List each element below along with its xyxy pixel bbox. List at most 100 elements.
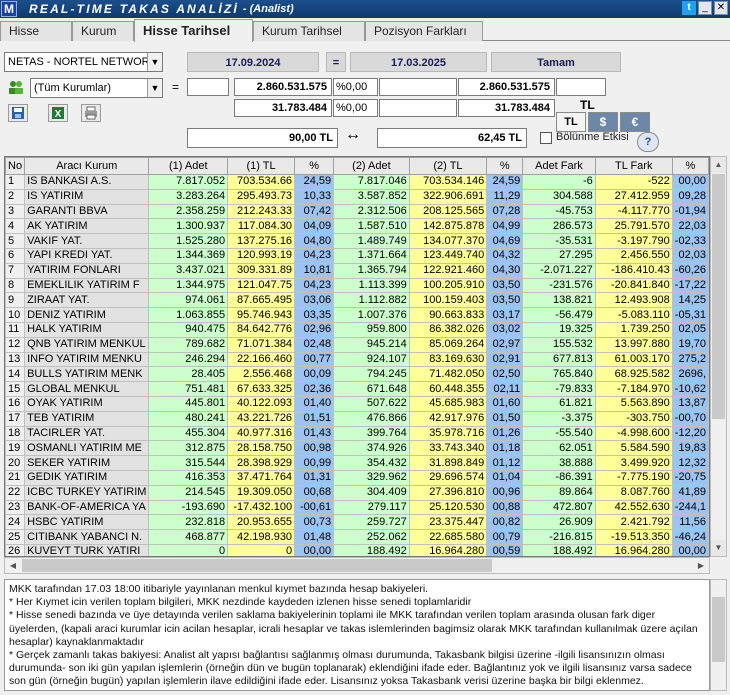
- table-row[interactable]: 1 IS BANKASI A.S. 7.817.052 703.534.66 24,59…: [5, 174, 709, 190]
- institution-group-icon[interactable]: [6, 78, 26, 96]
- table-row[interactable]: 26 KUVEYT TURK YATIRI 0 0 00,00 188.492 16.964…: [5, 543, 709, 556]
- column-header[interactable]: (2) Adet: [333, 157, 410, 175]
- tab-kurum-tarihsel[interactable]: Kurum Tarihsel: [253, 21, 365, 41]
- twitter-icon[interactable]: t: [682, 1, 696, 15]
- scroll-up-icon[interactable]: ▲: [711, 157, 726, 173]
- column-header[interactable]: %: [671, 157, 709, 175]
- table-row[interactable]: 6 YAPI KREDI YAT. 1.344.369 120.993.19 04,23…: [5, 247, 709, 264]
- close-button[interactable]: ✕: [714, 1, 728, 15]
- table-cell: 295.493.73: [227, 188, 296, 205]
- table-row[interactable]: 13 INFO YATIRIM MENKU 246.294 22.166.460 00,…: [5, 351, 709, 368]
- end-date[interactable]: 17.03.2025: [350, 52, 487, 72]
- table-row[interactable]: 22 ICBC TURKEY YATIRIM 214.545 19.309.050 00…: [5, 484, 709, 501]
- excel-icon[interactable]: X: [48, 104, 68, 122]
- grid-vertical-scrollbar[interactable]: ▲ ▼: [710, 156, 727, 557]
- table-cell: 02,36: [294, 381, 335, 397]
- table-row[interactable]: 10 DENIZ YATIRIM 1.063.855 95.746.943 03,35 1…: [5, 307, 709, 323]
- table-cell: 00,00: [671, 543, 709, 556]
- table-row[interactable]: 21 GEDIK YATIRIM 416.353 37.471.764 01,31 329…: [5, 469, 709, 486]
- notes-scroll-thumb[interactable]: [712, 597, 725, 662]
- table-row[interactable]: 3 GARANTI BBVA 2.358.259 212.243.33 07,42 2.3…: [5, 203, 709, 220]
- stock-select[interactable]: NETAS - NORTEL NETWORKS ▼: [4, 52, 163, 72]
- chevron-down-icon[interactable]: ▼: [147, 53, 162, 71]
- table-row[interactable]: 20 SEKER YATIRIM 315.544 28.398.929 00,99 354…: [5, 455, 709, 471]
- institution-select[interactable]: (Tüm Kurumlar) ▼: [30, 78, 163, 98]
- filter-box-3[interactable]: [556, 78, 606, 96]
- notes-scrollbar[interactable]: [710, 579, 727, 691]
- table-cell: 10,33: [294, 188, 335, 205]
- table-row[interactable]: 9 ZIRAAT YAT. 974.061 87.665.495 03,06 1.112.…: [5, 292, 709, 309]
- tab-hisse-tarihsel[interactable]: Hisse Tarihsel: [134, 19, 253, 42]
- table-cell: 2696,: [671, 366, 709, 383]
- scroll-left-icon[interactable]: ◀: [5, 558, 21, 573]
- table-row[interactable]: 16 OYAK YATIRIM 445.801 40.122.093 01,40 507.…: [5, 395, 709, 412]
- price-2: 62,45 TL: [377, 128, 527, 148]
- filter-box-1[interactable]: [187, 78, 229, 96]
- column-header[interactable]: TL Fark: [594, 157, 673, 175]
- table-row[interactable]: 23 BANK-OF-AMERICA YA -193.690 -17.432.100-…: [5, 499, 709, 516]
- table-cell: 17: [5, 410, 26, 427]
- scroll-down-icon[interactable]: ▼: [711, 540, 726, 556]
- table-row[interactable]: 18 TACIRLER YAT. 455.304 40.977.316 01,43 399…: [5, 425, 709, 442]
- note-line: * Gerçek zamanlı takas bakiyesi: Analist…: [9, 649, 692, 688]
- table-row[interactable]: 11 HALK YATIRIM 940.475 84.642.776 02,96 959.…: [5, 321, 709, 338]
- table-cell: -17,22: [671, 277, 709, 294]
- scroll-thumb[interactable]: [712, 174, 725, 419]
- filter-box-4[interactable]: [379, 99, 457, 117]
- column-header[interactable]: (1) TL: [227, 157, 296, 175]
- table-cell: 04,80: [294, 233, 335, 249]
- table-row[interactable]: 5 VAKIF YAT. 1.525.280 137.275.16 04,80 1.489…: [5, 233, 709, 249]
- table-cell: 794.245: [333, 366, 410, 383]
- scroll-thumb-h[interactable]: [22, 559, 492, 572]
- table-cell: 14: [5, 366, 26, 383]
- tab-pozisyon-farklari[interactable]: Pozisyon Farkları: [365, 21, 483, 41]
- print-icon[interactable]: [81, 104, 101, 122]
- scroll-right-icon[interactable]: ▶: [693, 558, 709, 573]
- table-cell: 02,91: [486, 351, 524, 368]
- table-row[interactable]: 12 QNB YATIRIM MENKUL 789.682 71.071.384 02,…: [5, 336, 709, 353]
- chevron-down-icon[interactable]: ▼: [147, 79, 162, 97]
- table-row[interactable]: 17 TEB YATIRIM 480.241 43.221.726 01,51 476.8…: [5, 410, 709, 427]
- split-effect-checkbox[interactable]: [540, 132, 552, 144]
- column-header[interactable]: (1) Adet: [148, 157, 229, 175]
- table-row[interactable]: 7 YATIRIM FONLARI 3.437.021 309.331.89 10,81…: [5, 262, 709, 279]
- ok-button[interactable]: Tamam: [491, 52, 621, 72]
- table-row[interactable]: 24 HSBC YATIRIM 232.818 20.953.655 00,73 259.…: [5, 514, 709, 531]
- column-header[interactable]: %: [486, 157, 524, 175]
- table-cell: 3: [5, 203, 26, 220]
- save-icon[interactable]: [8, 104, 28, 122]
- help-button[interactable]: ?: [637, 132, 659, 152]
- currency-tl-button[interactable]: TL: [556, 112, 586, 132]
- start-date[interactable]: 17.09.2024: [187, 52, 319, 72]
- table-cell: 468.877: [148, 529, 229, 545]
- table-row[interactable]: 4 AK YATIRIM 1.300.937 117.084.30 04,09 1.587…: [5, 218, 709, 235]
- table-cell: 86.382.026: [408, 321, 488, 338]
- tab-hisse[interactable]: Hisse: [0, 21, 72, 41]
- tab-kurum[interactable]: Kurum: [72, 21, 134, 41]
- table-cell: 61.003.170: [594, 351, 673, 368]
- column-header[interactable]: Aracı Kurum: [24, 157, 150, 175]
- table-row[interactable]: 8 EMEKLILIK YATIRIM F 1.344.975 121.047.75 0…: [5, 277, 709, 294]
- minimize-button[interactable]: _: [698, 1, 712, 15]
- table-cell: 28.405: [148, 366, 229, 383]
- table-cell: 10: [5, 307, 26, 323]
- column-header[interactable]: %: [294, 157, 335, 175]
- table-row[interactable]: 14 BULLS YATIRIM MENK 28.405 2.556.468 00,09…: [5, 366, 709, 383]
- table-cell: 1.113.399: [333, 277, 410, 294]
- table-row[interactable]: 2 IS YATIRIM 3.283.264 295.493.73 10,33 3.587…: [5, 188, 709, 205]
- column-header[interactable]: Adet Fark: [522, 157, 596, 175]
- column-header[interactable]: No: [5, 157, 26, 175]
- column-header[interactable]: (2) TL: [408, 157, 488, 175]
- tl-total-2: 31.783.484: [458, 99, 555, 117]
- table-row[interactable]: 15 GLOBAL MENKUL 751.481 67.633.325 02,36 671…: [5, 381, 709, 397]
- currency-eur-button[interactable]: €: [620, 112, 650, 132]
- data-grid[interactable]: No Aracı Kurum (1) Adet (1) TL% (2) Adet (2) …: [4, 156, 710, 557]
- table-cell: 01,12: [486, 455, 524, 471]
- grid-horizontal-scrollbar[interactable]: ◀ ▶: [4, 557, 710, 574]
- table-cell: 188.492: [522, 543, 596, 556]
- currency-usd-button[interactable]: $: [588, 112, 618, 132]
- filter-box-2[interactable]: [379, 78, 457, 96]
- table-row[interactable]: 25 CITIBANK YABANCI N. 468.877 42.198.930 01…: [5, 529, 709, 545]
- table-row[interactable]: 19 OSMANLI YATIRIM ME 312.875 28.158.750 00,…: [5, 440, 709, 457]
- table-cell: 703.534.66: [227, 174, 296, 190]
